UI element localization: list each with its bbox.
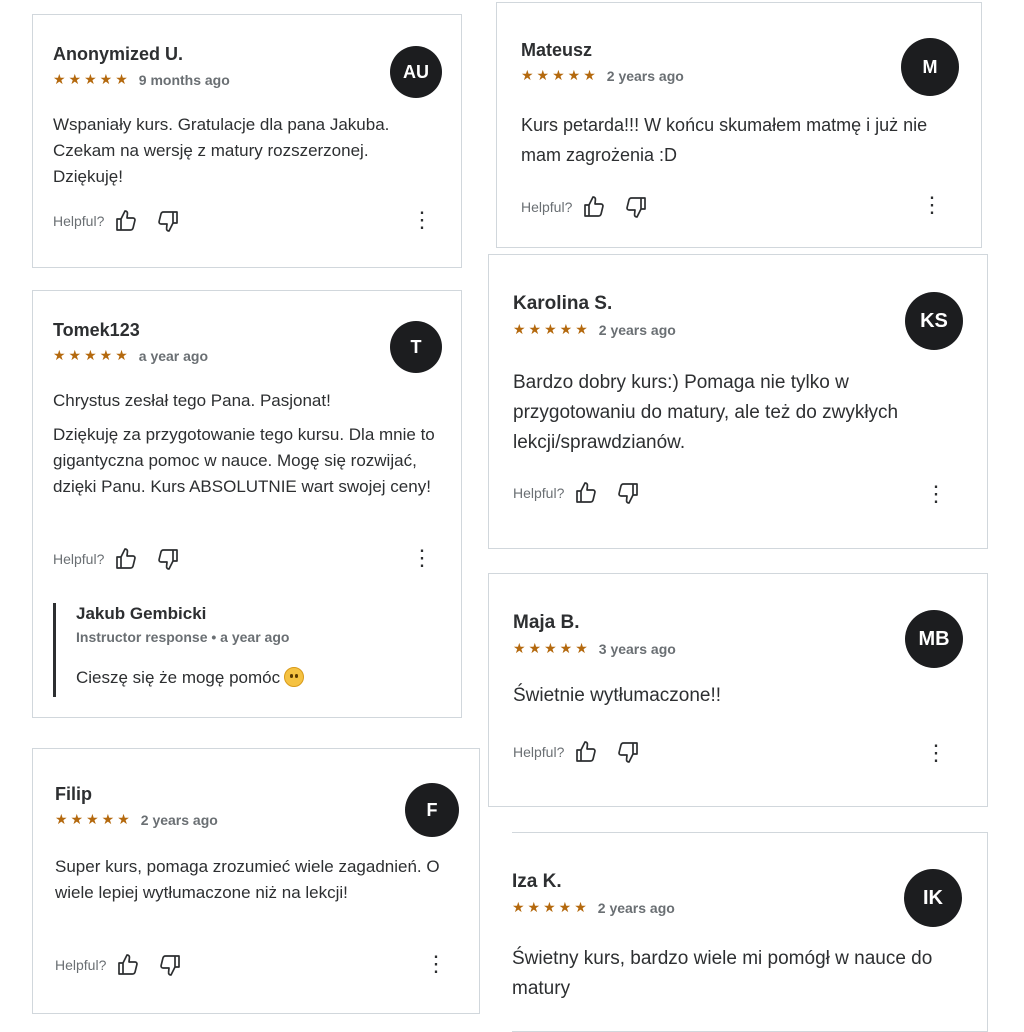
review-text: Świetny kurs, bardzo wiele mi pomógł w n… bbox=[512, 948, 933, 999]
review-card: Iza K. ★★★★★ 2 years ago IK Świetny kurs,… bbox=[512, 832, 988, 1032]
more-options-icon[interactable]: ⋮ bbox=[411, 547, 433, 569]
star-rating: ★★★★★ bbox=[53, 347, 131, 363]
reviewer-name: Tomek123 bbox=[53, 320, 140, 340]
review-date: 2 years ago bbox=[140, 811, 218, 828]
review-text: Kurs petarda!!! W końcu skumałem matmę i… bbox=[521, 115, 928, 165]
helpful-label: Helpful? bbox=[521, 199, 573, 215]
star-rating: ★★★★★ bbox=[513, 640, 591, 656]
review-text: Bardzo dobry kurs:) Pomaga nie tylko w p… bbox=[513, 372, 899, 453]
review-text: Dziękuję za przygotowanie tego kursu. Dl… bbox=[53, 425, 435, 496]
review-card: Tomek123 ★★★★★ a year ago T Chrystus zesł… bbox=[32, 290, 462, 718]
reviewer-name: Filip bbox=[55, 784, 92, 804]
star-rating: ★★★★★ bbox=[55, 811, 133, 827]
thumbs-down-icon[interactable] bbox=[156, 547, 180, 571]
avatar: IK bbox=[904, 869, 962, 927]
reviewer-name: Maja B. bbox=[513, 612, 580, 633]
more-options-icon[interactable]: ⋮ bbox=[921, 194, 943, 216]
star-rating: ★★★★★ bbox=[53, 71, 131, 87]
response-text: Cieszę się że mogę pomóc bbox=[76, 668, 281, 687]
avatar: KS bbox=[905, 292, 963, 350]
review-card: Maja B. ★★★★★ 3 years ago MB Świetnie wyt… bbox=[488, 573, 988, 807]
helpful-label: Helpful? bbox=[53, 551, 105, 567]
review-date: 9 months ago bbox=[138, 71, 230, 88]
avatar: M bbox=[901, 38, 959, 96]
thumbs-down-icon[interactable] bbox=[158, 953, 182, 977]
review-text: Świetnie wytłumaczone!! bbox=[513, 685, 722, 706]
review-date: a year ago bbox=[138, 347, 209, 364]
avatar: T bbox=[390, 321, 442, 373]
review-date: 3 years ago bbox=[598, 640, 676, 657]
avatar: F bbox=[405, 783, 459, 837]
review-card: Karolina S. ★★★★★ 2 years ago KS Bardzo d… bbox=[488, 254, 988, 549]
review-card: Anonymized U. ★★★★★ 9 months ago AU Wspan… bbox=[32, 14, 462, 268]
review-text: Wspaniały kurs. Gratulacje dla pana Jaku… bbox=[53, 115, 390, 186]
thumbs-up-icon[interactable] bbox=[114, 547, 138, 571]
review-card: Mateusz ★★★★★ 2 years ago M Kurs petarda!… bbox=[496, 2, 982, 248]
review-text: Super kurs, pomaga zrozumieć wiele zagad… bbox=[55, 857, 440, 902]
review-date: 2 years ago bbox=[598, 321, 676, 338]
avatar: MB bbox=[905, 610, 963, 668]
thumbs-down-icon[interactable] bbox=[624, 195, 648, 219]
thumbs-down-icon[interactable] bbox=[616, 481, 640, 505]
instructor-name: Jakub Gembicki bbox=[76, 604, 207, 623]
review-date: 2 years ago bbox=[606, 67, 684, 84]
reviewer-name: Mateusz bbox=[521, 40, 593, 60]
separator: • bbox=[211, 629, 217, 645]
review-text: Chrystus zesłał tego Pana. Pasjonat! bbox=[53, 391, 331, 410]
star-rating: ★★★★★ bbox=[521, 67, 599, 83]
thumbs-down-icon[interactable] bbox=[616, 740, 640, 764]
review-date: 2 years ago bbox=[597, 899, 675, 916]
thumbs-up-icon[interactable] bbox=[574, 481, 598, 505]
helpful-label: Helpful? bbox=[513, 485, 565, 501]
reviewer-name: Iza K. bbox=[512, 871, 562, 892]
more-options-icon[interactable]: ⋮ bbox=[425, 953, 447, 975]
helpful-label: Helpful? bbox=[53, 213, 105, 229]
instructor-response: Jakub Gembicki Instructor response • a y… bbox=[53, 603, 433, 697]
helpful-label: Helpful? bbox=[513, 744, 565, 760]
thumbs-up-icon[interactable] bbox=[574, 740, 598, 764]
reviewer-name: Anonymized U. bbox=[53, 44, 184, 64]
star-rating: ★★★★★ bbox=[512, 899, 590, 915]
review-card: Filip ★★★★★ 2 years ago F Super kurs, pom… bbox=[32, 748, 480, 1014]
thumbs-up-icon[interactable] bbox=[114, 209, 138, 233]
response-role: Instructor response bbox=[76, 629, 208, 645]
more-options-icon[interactable]: ⋮ bbox=[925, 483, 947, 505]
thumbs-down-icon[interactable] bbox=[156, 209, 180, 233]
response-date: a year ago bbox=[220, 629, 290, 645]
smile-emoji-icon bbox=[284, 667, 305, 687]
more-options-icon[interactable]: ⋮ bbox=[925, 742, 947, 764]
thumbs-up-icon[interactable] bbox=[116, 953, 140, 977]
more-options-icon[interactable]: ⋮ bbox=[411, 209, 433, 231]
helpful-label: Helpful? bbox=[55, 957, 107, 973]
avatar: AU bbox=[390, 46, 442, 98]
star-rating: ★★★★★ bbox=[513, 321, 591, 337]
thumbs-up-icon[interactable] bbox=[582, 195, 606, 219]
reviewer-name: Karolina S. bbox=[513, 293, 613, 314]
